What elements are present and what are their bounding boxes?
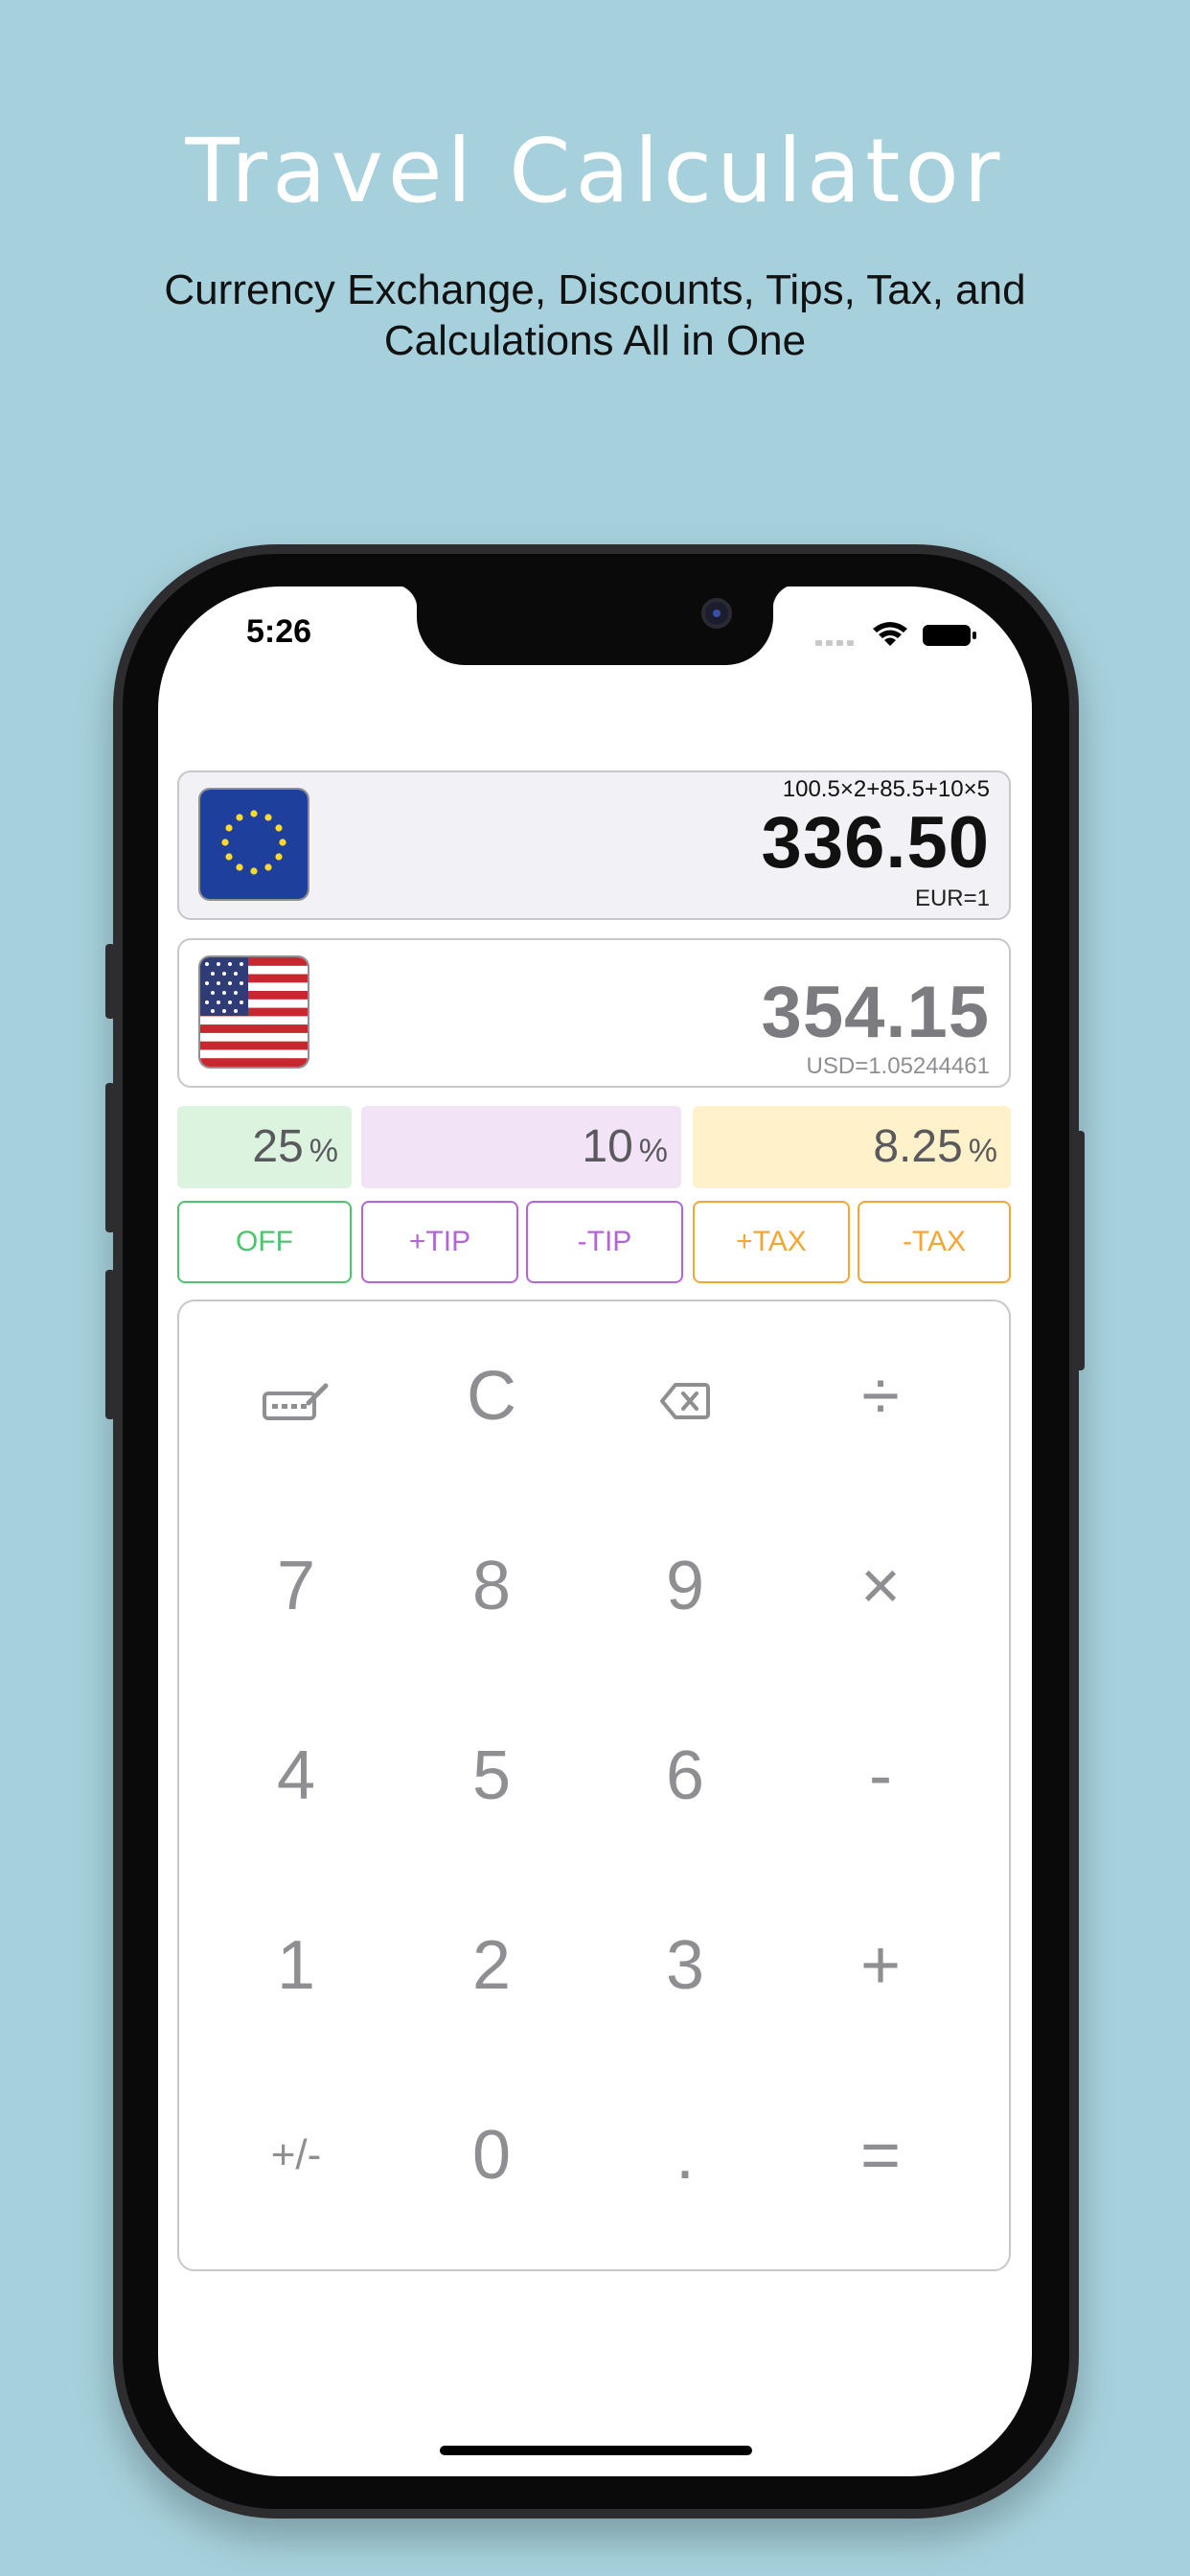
source-currency-card[interactable]: 100.5×2+85.5+10×5 336.50 EUR=1: [177, 770, 1011, 920]
key-backspace[interactable]: [587, 1301, 783, 1491]
key-equals[interactable]: =: [783, 2060, 978, 2250]
key-divide[interactable]: ÷: [783, 1301, 978, 1491]
key-7[interactable]: 7: [198, 1491, 394, 1681]
percent-unit: %: [968, 1133, 997, 1169]
key-3[interactable]: 3: [587, 1871, 783, 2060]
hero-subtitle: Currency Exchange, Discounts, Tips, Tax,…: [164, 266, 1026, 364]
discount-off-button[interactable]: OFF: [177, 1201, 352, 1283]
backspace-icon: [660, 1382, 710, 1419]
key-decimal[interactable]: .: [587, 2060, 783, 2250]
key-clear[interactable]: C: [394, 1301, 589, 1491]
source-rate: EUR=1: [914, 886, 990, 911]
key-9[interactable]: 9: [587, 1491, 783, 1681]
tip-percent-field[interactable]: 10%: [361, 1106, 681, 1188]
phone-volume-up: [105, 1083, 115, 1232]
tax-value: 8.25: [873, 1121, 963, 1172]
key-plus-minus[interactable]: +/-: [198, 2060, 394, 2250]
expression-display: 100.5×2+85.5+10×5: [782, 776, 990, 802]
key-2[interactable]: 2: [394, 1871, 589, 2060]
target-amount: 354.15: [761, 972, 990, 1053]
source-amount: 336.50: [761, 802, 990, 884]
status-icons: [815, 619, 978, 650]
key-0[interactable]: 0: [394, 2060, 589, 2250]
key-5[interactable]: 5: [394, 1681, 589, 1871]
wifi-icon: [873, 622, 907, 646]
notch: [392, 586, 798, 665]
target-currency-card[interactable]: 354.15 USD=1.05244461: [177, 938, 1011, 1088]
keyboard-icon: [263, 1383, 329, 1420]
percent-unit: %: [638, 1133, 668, 1169]
signal-icon: [815, 640, 854, 646]
remove-tip-button[interactable]: -TIP: [526, 1201, 683, 1283]
key-4[interactable]: 4: [198, 1681, 394, 1871]
status-time: 5:26: [246, 613, 312, 650]
us-flag-icon[interactable]: [198, 955, 309, 1069]
keypad: C ÷ 7 8 9 × 4 5 6 - 1 2 3 + +/- 0 . =: [177, 1300, 1011, 2271]
home-indicator[interactable]: [440, 2446, 752, 2455]
hero-title: Travel Calculator: [185, 120, 1005, 222]
key-6[interactable]: 6: [587, 1681, 783, 1871]
discount-percent-field[interactable]: 25%: [177, 1106, 352, 1188]
key-add[interactable]: +: [783, 1871, 978, 2060]
add-tax-button[interactable]: +TAX: [693, 1201, 850, 1283]
key-1[interactable]: 1: [198, 1871, 394, 2060]
phone-volume-down: [105, 1270, 115, 1419]
tax-percent-field[interactable]: 8.25%: [693, 1106, 1011, 1188]
key-keyboard[interactable]: [198, 1301, 394, 1491]
battery-icon: [923, 625, 976, 646]
app-screen: 5:26 100.5×2+85.5+10×5 336.50 EUR=1 354.…: [158, 586, 1032, 2476]
tip-value: 10: [582, 1121, 633, 1172]
phone-silent-switch: [105, 944, 115, 1019]
camera-icon: [701, 598, 732, 629]
key-8[interactable]: 8: [394, 1491, 589, 1681]
remove-tax-button[interactable]: -TAX: [858, 1201, 1011, 1283]
key-subtract[interactable]: -: [783, 1681, 978, 1871]
target-rate: USD=1.05244461: [806, 1053, 990, 1079]
eu-flag-icon[interactable]: [198, 788, 309, 901]
phone-power-button: [1075, 1131, 1085, 1370]
add-tip-button[interactable]: +TIP: [361, 1201, 518, 1283]
key-multiply[interactable]: ×: [783, 1491, 978, 1681]
discount-value: 25: [252, 1121, 304, 1172]
percent-unit: %: [309, 1133, 338, 1169]
